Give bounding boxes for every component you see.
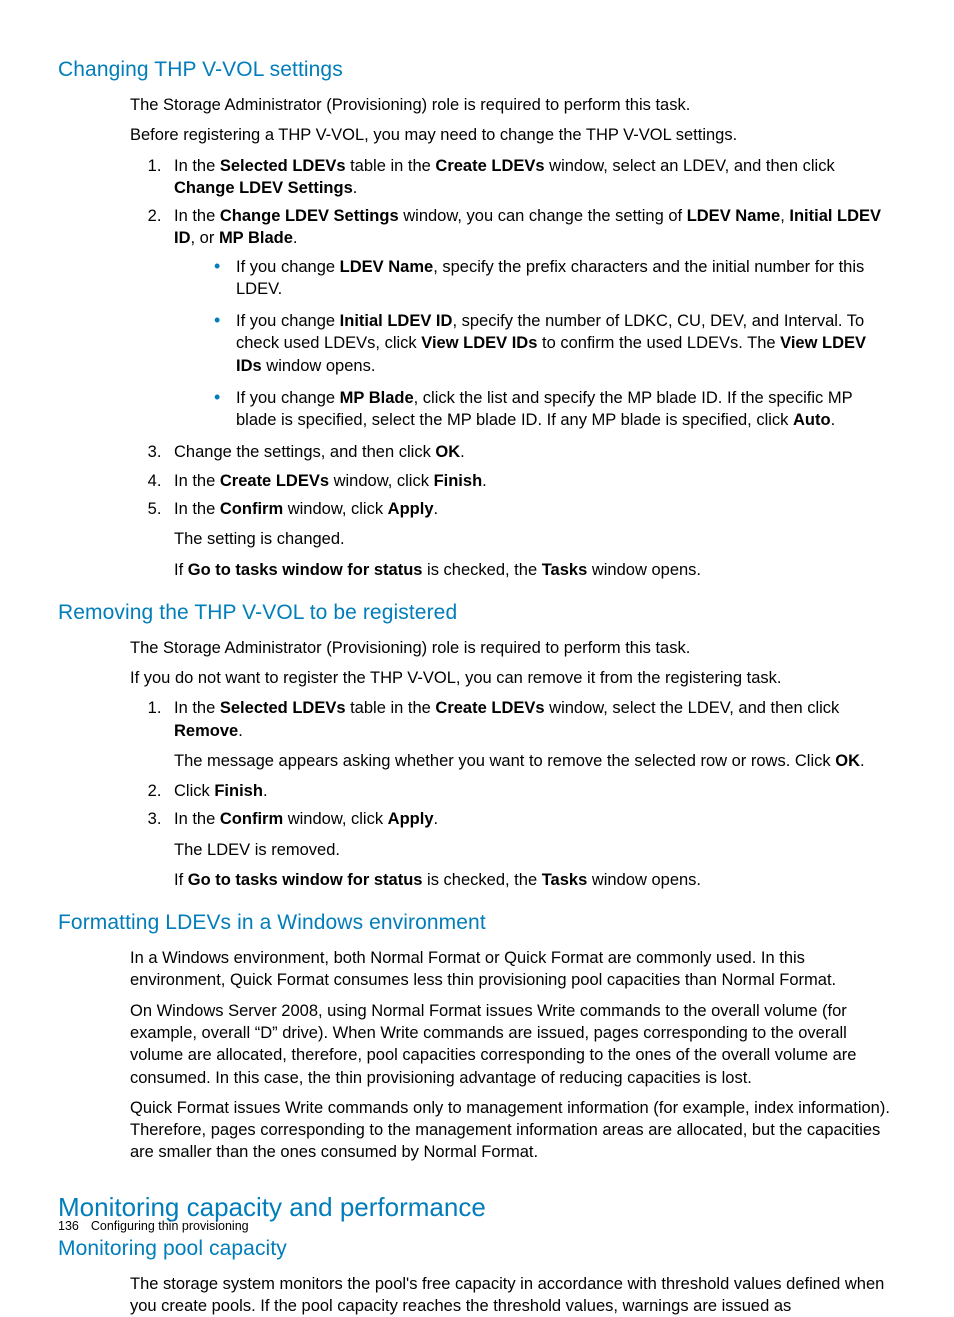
ordered-list: In the Selected LDEVs table in the Creat…: [130, 155, 896, 581]
paragraph: In a Windows environment, both Normal Fo…: [130, 947, 896, 992]
list-item: If you change MP Blade, click the list a…: [214, 387, 896, 432]
list-item: Click Finish.: [166, 780, 896, 802]
heading-removing-thp-vvol: Removing the THP V-VOL to be registered: [58, 601, 896, 625]
heading-changing-thp-vvol: Changing THP V-VOL settings: [58, 58, 896, 82]
bullet-list: If you change LDEV Name, specify the pre…: [174, 256, 896, 432]
document-page: Changing THP V-VOL settings The Storage …: [0, 0, 954, 1271]
list-item: If you change Initial LDEV ID, specify t…: [214, 310, 896, 377]
heading-monitoring-capacity: Monitoring capacity and performance: [58, 1192, 896, 1223]
paragraph: If Go to tasks window for status is chec…: [174, 869, 896, 891]
section-body: The Storage Administrator (Provisioning)…: [130, 637, 896, 891]
paragraph: The setting is changed.: [174, 528, 896, 550]
list-item: In the Selected LDEVs table in the Creat…: [166, 697, 896, 772]
section-body: The storage system monitors the pool's f…: [130, 1273, 896, 1317]
list-item: In the Confirm window, click Apply. The …: [166, 498, 896, 581]
list-item: Change the settings, and then click OK.: [166, 441, 896, 463]
paragraph: The storage system monitors the pool's f…: [130, 1273, 896, 1317]
page-footer: 136 Configuring thin provisioning: [58, 1219, 249, 1233]
paragraph: The Storage Administrator (Provisioning)…: [130, 94, 896, 116]
paragraph: The LDEV is removed.: [174, 839, 896, 861]
paragraph: Quick Format issues Write commands only …: [130, 1097, 896, 1164]
heading-monitoring-pool: Monitoring pool capacity: [58, 1237, 896, 1261]
list-item: If you change LDEV Name, specify the pre…: [214, 256, 896, 301]
paragraph: On Windows Server 2008, using Normal For…: [130, 1000, 896, 1089]
ordered-list: In the Selected LDEVs table in the Creat…: [130, 697, 896, 891]
page-number: 136: [58, 1219, 79, 1233]
list-item: In the Change LDEV Settings window, you …: [166, 205, 896, 431]
heading-formatting-ldevs: Formatting LDEVs in a Windows environmen…: [58, 911, 896, 935]
section-body: The Storage Administrator (Provisioning)…: [130, 94, 896, 581]
paragraph: If you do not want to register the THP V…: [130, 667, 896, 689]
paragraph: The message appears asking whether you w…: [174, 750, 896, 772]
section-body: In a Windows environment, both Normal Fo…: [130, 947, 896, 1163]
list-item: In the Confirm window, click Apply. The …: [166, 808, 896, 891]
list-item: In the Selected LDEVs table in the Creat…: [166, 155, 896, 200]
paragraph: If Go to tasks window for status is chec…: [174, 559, 896, 581]
paragraph: Before registering a THP V-VOL, you may …: [130, 124, 896, 146]
paragraph: The Storage Administrator (Provisioning)…: [130, 637, 896, 659]
list-item: In the Create LDEVs window, click Finish…: [166, 470, 896, 492]
chapter-title: Configuring thin provisioning: [91, 1219, 249, 1233]
